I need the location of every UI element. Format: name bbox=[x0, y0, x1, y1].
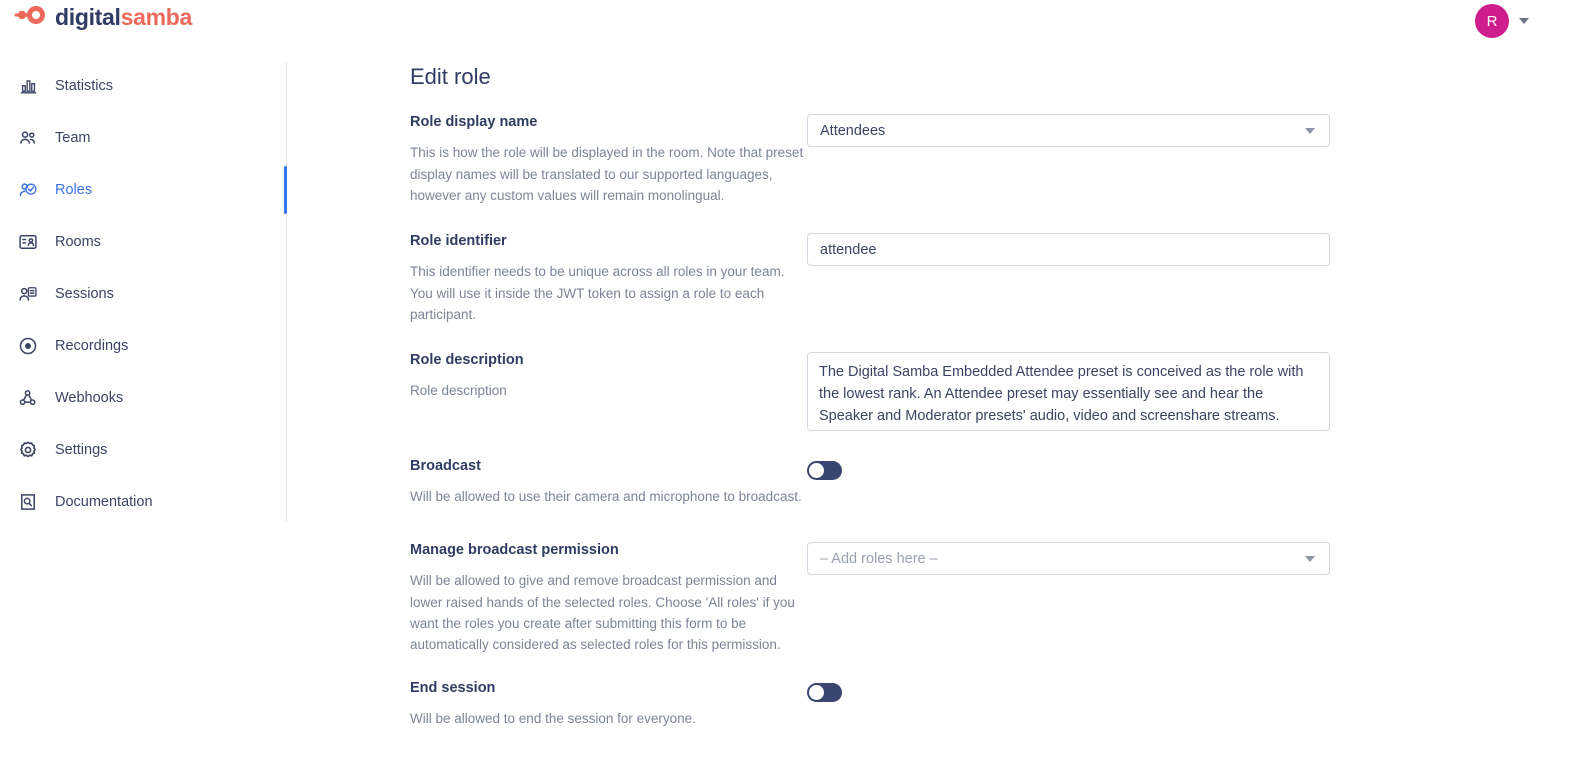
brand-logo[interactable]: digitalsamba bbox=[14, 5, 192, 30]
person-list-icon bbox=[17, 283, 39, 305]
sidebar-item-team[interactable]: Team bbox=[0, 118, 286, 158]
main-content: Edit role Role display name This is how … bbox=[286, 44, 1577, 768]
manage-broadcast-permission-select[interactable]: – Add roles here – bbox=[807, 542, 1330, 575]
field-text-broadcast: Broadcast Will be allowed to use their c… bbox=[410, 458, 808, 508]
record-dot-icon bbox=[17, 335, 39, 357]
field-help: Role description bbox=[410, 383, 507, 399]
role-description-textarea[interactable] bbox=[807, 352, 1330, 431]
page-title: Edit role bbox=[410, 64, 491, 89]
webhook-icon bbox=[17, 387, 39, 409]
field-text-end-session: End session Will be allowed to end the s… bbox=[410, 680, 808, 730]
samba-node-logo-icon bbox=[14, 5, 46, 30]
user-menu[interactable]: R bbox=[1475, 4, 1529, 38]
sidebar-item-label: Rooms bbox=[55, 234, 101, 250]
field-label: Broadcast bbox=[410, 458, 481, 474]
brand-name-part1: digital bbox=[55, 4, 121, 30]
sidebar-item-rooms[interactable]: Rooms bbox=[0, 222, 286, 262]
role-display-name-value: Attendees bbox=[820, 122, 886, 139]
end-session-toggle[interactable] bbox=[807, 683, 842, 702]
bar-chart-icon bbox=[17, 75, 39, 97]
sidebar-item-settings[interactable]: Settings bbox=[0, 430, 286, 470]
sidebar-item-statistics[interactable]: Statistics bbox=[0, 66, 286, 106]
sidebar-item-sessions[interactable]: Sessions bbox=[0, 274, 286, 314]
chevron-down-icon[interactable] bbox=[1519, 18, 1529, 24]
field-label: Role description bbox=[410, 352, 524, 368]
field-text-role-display-name: Role display name This is how the role w… bbox=[410, 114, 808, 206]
brand-name-part2: samba bbox=[120, 4, 193, 30]
field-help: This identifier needs to be unique acros… bbox=[410, 264, 785, 323]
sidebar-item-label: Statistics bbox=[55, 78, 114, 94]
people-icon bbox=[17, 127, 39, 149]
field-control-role-display-name: Attendees bbox=[807, 114, 1332, 147]
sidebar-item-label: Sessions bbox=[55, 286, 114, 302]
field-control-broadcast bbox=[807, 458, 1332, 485]
role-display-name-select[interactable]: Attendees bbox=[807, 114, 1330, 147]
manage-broadcast-permission-placeholder: – Add roles here – bbox=[820, 550, 938, 567]
field-label: Role identifier bbox=[410, 233, 507, 249]
sidebar-item-roles[interactable]: Roles bbox=[0, 170, 286, 210]
field-text-role-identifier: Role identifier This identifier needs to… bbox=[410, 233, 808, 325]
field-label: Role display name bbox=[410, 114, 538, 130]
brand-name: digitalsamba bbox=[55, 6, 192, 29]
field-control-manage-broadcast-permission: – Add roles here – bbox=[807, 542, 1332, 575]
sidebar-item-documentation[interactable]: Documentation bbox=[0, 482, 286, 522]
field-control-role-identifier bbox=[807, 233, 1332, 266]
sidebar-item-label: Webhooks bbox=[55, 390, 124, 406]
field-control-role-description bbox=[807, 352, 1332, 436]
sidebar-item-webhooks[interactable]: Webhooks bbox=[0, 378, 286, 418]
sidebar: Statistics Team Roles Rooms Sessions Rec… bbox=[0, 44, 286, 768]
broadcast-toggle[interactable] bbox=[807, 461, 842, 480]
sidebar-item-label: Roles bbox=[55, 182, 93, 198]
field-help: This is how the role will be displayed i… bbox=[410, 145, 804, 204]
chevron-down-icon[interactable] bbox=[1305, 127, 1315, 134]
role-identifier-input[interactable] bbox=[807, 233, 1330, 266]
field-help: Will be allowed to give and remove broad… bbox=[410, 573, 795, 653]
top-bar: digitalsamba R bbox=[0, 0, 1577, 44]
doc-search-icon bbox=[17, 491, 39, 513]
field-label: End session bbox=[410, 680, 496, 696]
field-help: Will be allowed to use their camera and … bbox=[410, 489, 802, 505]
sidebar-item-label: Recordings bbox=[55, 338, 129, 354]
sidebar-item-label: Team bbox=[55, 130, 91, 146]
sidebar-item-recordings[interactable]: Recordings bbox=[0, 326, 286, 366]
id-card-icon bbox=[17, 231, 39, 253]
toggle-knob bbox=[809, 685, 824, 700]
avatar[interactable]: R bbox=[1475, 4, 1509, 38]
field-text-manage-broadcast-permission: Manage broadcast permission Will be allo… bbox=[410, 542, 808, 656]
gear-icon bbox=[17, 439, 39, 461]
field-control-end-session bbox=[807, 680, 1332, 707]
field-text-role-description: Role description Role description bbox=[410, 352, 808, 402]
field-help: Will be allowed to end the session for e… bbox=[410, 711, 696, 727]
toggle-knob bbox=[809, 463, 824, 478]
chevron-down-icon[interactable] bbox=[1305, 555, 1315, 562]
person-check-icon bbox=[17, 179, 39, 201]
field-label: Manage broadcast permission bbox=[410, 542, 619, 558]
sidebar-item-label: Settings bbox=[55, 442, 108, 458]
sidebar-item-label: Documentation bbox=[55, 494, 153, 510]
